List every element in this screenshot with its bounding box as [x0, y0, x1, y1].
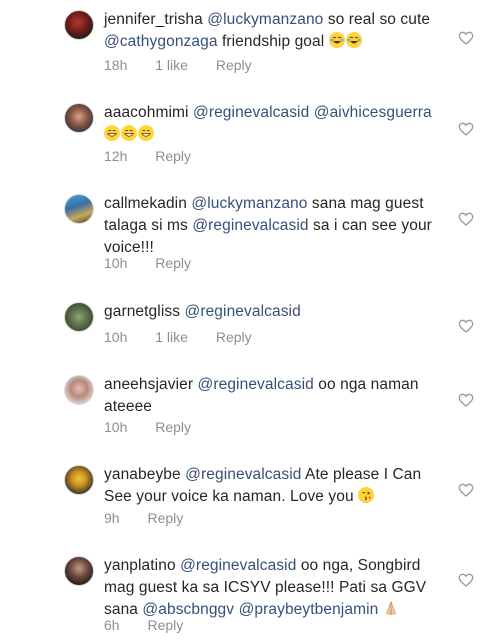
comment-text: aneehsjavier @reginevalcasid oo nga nama…: [104, 374, 434, 418]
tears-of-joy-icon: [345, 32, 362, 48]
comment-text: callmekadin @luckymanzano sana mag guest…: [104, 193, 434, 259]
avatar[interactable]: [64, 10, 94, 40]
mention-link[interactable]: @reginevalcasid: [184, 303, 300, 320]
comment-timestamp: 10h: [104, 419, 128, 435]
heart-outline-icon[interactable]: [458, 572, 474, 588]
comment-text: yanplatino @reginevalcasid oo nga, Songb…: [104, 555, 434, 621]
comments-list: jennifer_trisha @luckymanzano so real so…: [0, 0, 500, 641]
comment-meta: 9h Reply: [104, 510, 207, 526]
face-blowing-kiss-icon: [358, 487, 375, 503]
mention-link[interactable]: @reginevalcasid: [185, 466, 301, 483]
comment-username[interactable]: aneehsjavier: [104, 376, 193, 393]
reply-button[interactable]: Reply: [155, 148, 191, 164]
comment-timestamp: 12h: [104, 148, 128, 164]
comment-text: yanabeybe @reginevalcasid Ate please I C…: [104, 464, 434, 508]
comment-meta: 12h Reply: [104, 148, 215, 164]
grinning-face-icon: [138, 125, 154, 141]
comment-text: garnetgliss @reginevalcasid: [104, 301, 434, 323]
comment-timestamp: 6h: [104, 617, 120, 633]
comment-timestamp: 10h: [104, 255, 128, 271]
mention-link[interactable]: @abscbnggv: [142, 601, 234, 618]
comment-body: friendship goal: [217, 33, 325, 50]
mention-link[interactable]: @reginevalcasid: [193, 104, 309, 121]
heart-outline-icon[interactable]: [458, 318, 474, 334]
heart-outline-icon[interactable]: [458, 211, 474, 227]
folded-hands-icon: [385, 601, 396, 615]
comment-body: so real so cute: [323, 11, 431, 28]
comment-username[interactable]: jennifer_trisha: [104, 11, 203, 28]
mention-link[interactable]: @reginevalcasid: [192, 217, 308, 234]
heart-outline-icon[interactable]: [458, 30, 474, 46]
heart-outline-icon[interactable]: [458, 121, 474, 137]
comment-meta: 6h Reply: [104, 617, 207, 633]
avatar[interactable]: [64, 194, 94, 224]
mention-link[interactable]: @reginevalcasid: [198, 376, 314, 393]
comment-username[interactable]: garnetgliss: [104, 303, 180, 320]
comment-likes[interactable]: 1 like: [155, 57, 188, 73]
avatar[interactable]: [64, 465, 94, 495]
tears-of-joy-icon: [328, 32, 345, 48]
reply-button[interactable]: Reply: [147, 510, 183, 526]
mention-link[interactable]: @reginevalcasid: [180, 557, 296, 574]
mention-link[interactable]: @luckymanzano: [207, 11, 323, 28]
comment-username[interactable]: yanplatino: [104, 557, 176, 574]
mention-link[interactable]: @luckymanzano: [191, 195, 307, 212]
comment-timestamp: 18h: [104, 57, 128, 73]
mention-link[interactable]: @aivhicesguerra: [314, 104, 432, 121]
comment-meta: 10h Reply: [104, 255, 215, 271]
comment-text: aaacohmimi @reginevalcasid @aivhicesguer…: [104, 102, 434, 146]
avatar[interactable]: [64, 302, 94, 332]
comment-meta: 10h Reply: [104, 419, 215, 435]
avatar[interactable]: [64, 556, 94, 586]
heart-outline-icon[interactable]: [458, 482, 474, 498]
mention-link[interactable]: @praybeytbenjamin: [239, 601, 379, 618]
comment-timestamp: 9h: [104, 510, 120, 526]
reply-button[interactable]: Reply: [155, 419, 191, 435]
reply-button[interactable]: Reply: [216, 329, 252, 345]
reply-button[interactable]: Reply: [155, 255, 191, 271]
comment-text: jennifer_trisha @luckymanzano so real so…: [104, 9, 434, 53]
grinning-face-icon: [121, 125, 137, 141]
grinning-face-icon: [104, 125, 120, 141]
comment-meta: 18h 1 like Reply: [104, 57, 276, 73]
comment-username[interactable]: callmekadin: [104, 195, 187, 212]
comment-meta: 10h 1 like Reply: [104, 329, 276, 345]
comment-timestamp: 10h: [104, 329, 128, 345]
reply-button[interactable]: Reply: [147, 617, 183, 633]
comment-likes[interactable]: 1 like: [155, 329, 188, 345]
avatar[interactable]: [64, 103, 94, 133]
comment-username[interactable]: yanabeybe: [104, 466, 181, 483]
reply-button[interactable]: Reply: [216, 57, 252, 73]
mention-link[interactable]: @cathygonzaga: [104, 33, 218, 50]
heart-outline-icon[interactable]: [458, 392, 474, 408]
avatar[interactable]: [64, 375, 94, 405]
comment-username[interactable]: aaacohmimi: [104, 104, 189, 121]
